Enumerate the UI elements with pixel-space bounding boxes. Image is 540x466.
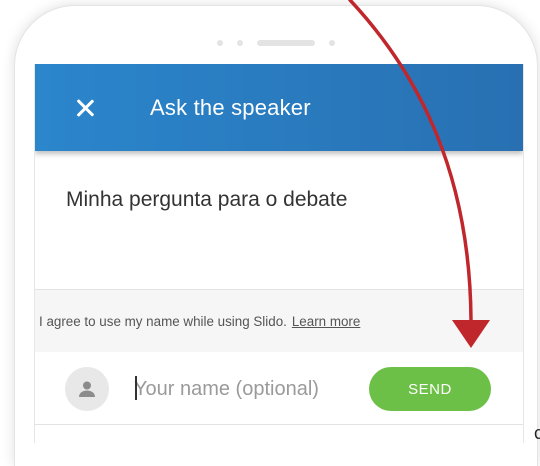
camera-dot — [329, 40, 335, 46]
phone-speaker — [15, 40, 537, 46]
sensor-dot — [237, 40, 243, 46]
ask-question-screen: Ask the speaker I agree to use my name w… — [34, 64, 524, 443]
name-row: SEND — [35, 352, 523, 425]
close-icon[interactable] — [71, 94, 99, 122]
text-caret — [135, 376, 137, 400]
consent-text: I agree to use my name while using Slido… — [39, 313, 287, 329]
page: Ask the speaker I agree to use my name w… — [0, 0, 540, 466]
overflow-glyph: c — [534, 423, 540, 443]
consent-row: I agree to use my name while using Slido… — [35, 289, 523, 353]
sensor-dot — [217, 40, 223, 46]
app-header: Ask the speaker — [35, 64, 523, 151]
avatar — [65, 367, 109, 411]
learn-more-link[interactable]: Learn more — [292, 314, 360, 329]
name-input[interactable] — [134, 374, 354, 404]
earpiece-slot — [257, 40, 315, 46]
user-icon — [79, 381, 95, 397]
send-button[interactable]: SEND — [369, 367, 491, 411]
page-title: Ask the speaker — [150, 94, 311, 120]
question-input[interactable] — [66, 188, 496, 212]
